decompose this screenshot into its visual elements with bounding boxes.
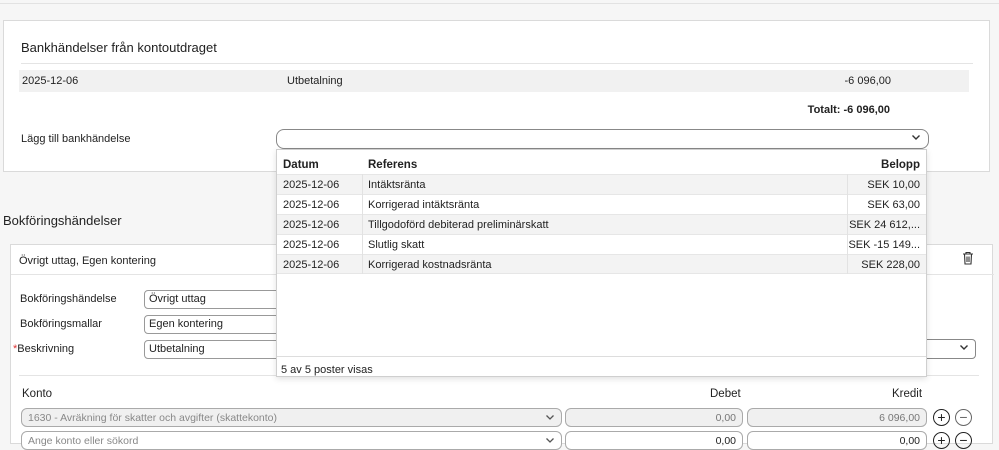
divider bbox=[21, 63, 973, 64]
event-label: Bokföringshändelse bbox=[20, 293, 117, 305]
trash-icon[interactable] bbox=[962, 251, 974, 265]
dropdown-header: Datum Referens Belopp bbox=[277, 150, 926, 174]
event-select[interactable]: Övrigt uttag bbox=[144, 290, 284, 309]
dropdown-option[interactable]: 2025-12-06 Slutlig skatt SEK -15 149... bbox=[277, 234, 926, 254]
description-input[interactable]: Utbetalning bbox=[144, 340, 284, 359]
bank-event-amount: -6 096,00 bbox=[844, 75, 891, 87]
account-value: 1630 - Avräkning för skatter och avgifte… bbox=[28, 412, 278, 424]
kredit-input[interactable]: 6 096,00 bbox=[747, 408, 927, 427]
dropdown-option[interactable]: 2025-12-06 Korrigerad intäktsränta SEK 6… bbox=[277, 194, 926, 214]
option-amount: SEK 63,00 bbox=[867, 199, 920, 211]
template-select[interactable]: Egen kontering bbox=[144, 315, 284, 334]
bank-event-row: 2025-12-06 Utbetalning -6 096,00 bbox=[19, 70, 969, 92]
debet-input[interactable]: 0,00 bbox=[565, 408, 743, 427]
bank-total: Totalt: -6 096,00 bbox=[807, 104, 890, 116]
divider bbox=[277, 356, 926, 357]
header-datum: Datum bbox=[283, 159, 319, 171]
bank-events-title: Bankhändelser från kontoutdraget bbox=[21, 40, 217, 55]
option-amount: SEK 24 612,... bbox=[849, 219, 920, 231]
option-amount: SEK 228,00 bbox=[861, 259, 920, 271]
dropdown-option[interactable]: 2025-12-06 Tillgodoförd debiterad prelim… bbox=[277, 214, 926, 234]
chevron-down-icon bbox=[911, 132, 921, 145]
header-belopp: Belopp bbox=[881, 159, 920, 171]
option-reference: Tillgodoförd debiterad preliminärskatt bbox=[368, 219, 549, 231]
chevron-down-icon bbox=[545, 412, 555, 425]
column-separator bbox=[362, 174, 363, 274]
option-reference: Korrigerad intäktsränta bbox=[368, 199, 480, 211]
description-label: *Beskrivning bbox=[13, 343, 74, 355]
template-label: Bokföringsmallar bbox=[20, 318, 102, 330]
booking-card-title: Övrigt uttag, Egen kontering bbox=[19, 255, 156, 267]
add-row-icon[interactable]: + bbox=[933, 409, 950, 426]
option-date: 2025-12-06 bbox=[283, 199, 340, 211]
add-row-icon[interactable]: + bbox=[933, 432, 950, 449]
column-separator bbox=[847, 174, 848, 274]
option-amount: SEK -15 149... bbox=[848, 239, 920, 251]
column-konto: Konto bbox=[22, 388, 53, 400]
kredit-input[interactable]: 0,00 bbox=[747, 431, 927, 450]
account-select[interactable]: 1630 - Avräkning för skatter och avgifte… bbox=[21, 408, 562, 427]
chevron-down-icon bbox=[959, 342, 969, 355]
option-date: 2025-12-06 bbox=[283, 219, 340, 231]
remove-row-icon[interactable]: − bbox=[955, 409, 972, 426]
booking-section-title: Bokföringshändelser bbox=[3, 213, 122, 228]
column-kredit: Kredit bbox=[892, 388, 923, 400]
option-date: 2025-12-06 bbox=[283, 259, 340, 271]
dropdown-option[interactable]: 2025-12-06 Intäktsränta SEK 10,00 bbox=[277, 174, 926, 194]
bank-event-date: 2025-12-06 bbox=[22, 75, 79, 87]
add-bank-event-label: Lägg till bankhändelse bbox=[21, 133, 131, 145]
add-bank-event-select[interactable] bbox=[276, 129, 929, 149]
description-label-text: Beskrivning bbox=[17, 343, 75, 355]
bank-event-dropdown: Datum Referens Belopp 2025-12-06 Intäkts… bbox=[276, 149, 927, 377]
option-amount: SEK 10,00 bbox=[867, 179, 920, 191]
account-placeholder: Ange konto eller sökord bbox=[28, 435, 139, 447]
dropdown-option[interactable]: 2025-12-06 Korrigerad kostnadsränta SEK … bbox=[277, 254, 926, 274]
chevron-down-icon bbox=[545, 435, 555, 448]
bank-event-text: Utbetalning bbox=[287, 75, 343, 87]
remove-row-icon[interactable]: − bbox=[955, 432, 972, 449]
option-reference: Slutlig skatt bbox=[368, 239, 425, 251]
top-divider bbox=[0, 3, 999, 4]
dropdown-count: 5 av 5 poster visas bbox=[281, 364, 373, 376]
debet-input[interactable]: 0,00 bbox=[565, 431, 743, 450]
column-debet: Debet bbox=[710, 388, 741, 400]
account-select[interactable]: Ange konto eller sökord bbox=[21, 431, 562, 450]
option-date: 2025-12-06 bbox=[283, 179, 340, 191]
option-reference: Korrigerad kostnadsränta bbox=[368, 259, 492, 271]
option-reference: Intäktsränta bbox=[368, 179, 426, 191]
header-referens: Referens bbox=[368, 159, 418, 171]
option-date: 2025-12-06 bbox=[283, 239, 340, 251]
